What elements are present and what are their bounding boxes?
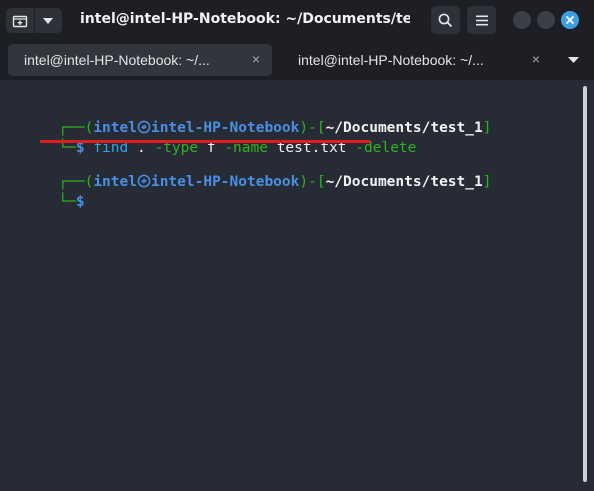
- prompt-corner: └─: [58, 194, 76, 210]
- terminal-window: intel@intel-HP-Notebook: ~/Documents/tes…: [0, 0, 594, 491]
- tab-2[interactable]: intel@intel-HP-Notebook: ~/... ×: [282, 44, 552, 76]
- search-icon: [438, 13, 453, 27]
- chevron-down-icon: [567, 57, 579, 63]
- maximize-button[interactable]: [537, 11, 555, 29]
- tab-list-button[interactable]: [563, 52, 583, 68]
- tab-close-icon[interactable]: ×: [532, 51, 540, 67]
- tab-close-icon[interactable]: ×: [252, 51, 260, 67]
- new-tab-button-group: [6, 8, 62, 33]
- scrollbar[interactable]: [583, 86, 587, 482]
- prompt-line: ┌──(intel intel-HP-Notebook)-[~/Documents…: [6, 152, 491, 190]
- command-line: └─$: [6, 172, 84, 210]
- window-title: intel@intel-HP-Notebook: ~/Documents/tes…: [80, 11, 410, 27]
- prompt-line: ┌──(intel intel-HP-Notebook)-[~/Documents…: [6, 98, 491, 136]
- minimize-button[interactable]: [513, 11, 531, 29]
- chevron-down-icon: [43, 17, 54, 24]
- tab-label: intel@intel-HP-Notebook: ~/...: [298, 52, 484, 68]
- hamburger-menu-icon: [475, 15, 488, 25]
- close-icon: [566, 16, 574, 24]
- tab-bar: intel@intel-HP-Notebook: ~/... × intel@i…: [0, 40, 594, 80]
- prompt-bracket: ]: [482, 174, 492, 190]
- close-button[interactable]: [561, 11, 579, 29]
- prompt-dollar: $: [75, 194, 85, 210]
- new-tab-icon: [12, 15, 27, 27]
- prompt-user: intel: [93, 174, 137, 190]
- kali-skull-icon: [137, 174, 151, 188]
- tab-1[interactable]: intel@intel-HP-Notebook: ~/... ×: [8, 44, 272, 76]
- prompt-host: intel-HP-Notebook: [150, 174, 300, 190]
- new-tab-dropdown-button[interactable]: [35, 8, 63, 33]
- new-tab-button[interactable]: [6, 8, 34, 33]
- prompt-bracket: ]: [482, 120, 492, 136]
- highlight-underline: [40, 140, 370, 143]
- command-line: └─$ find . -type f -name test.txt -delet…: [6, 118, 416, 156]
- search-button[interactable]: [431, 6, 460, 34]
- tab-label: intel@intel-HP-Notebook: ~/...: [24, 52, 210, 68]
- prompt-separator: )-[: [299, 174, 326, 190]
- prompt-path: ~/Documents/test_1: [325, 174, 483, 190]
- menu-button[interactable]: [467, 6, 496, 34]
- title-bar: intel@intel-HP-Notebook: ~/Documents/tes…: [0, 0, 594, 40]
